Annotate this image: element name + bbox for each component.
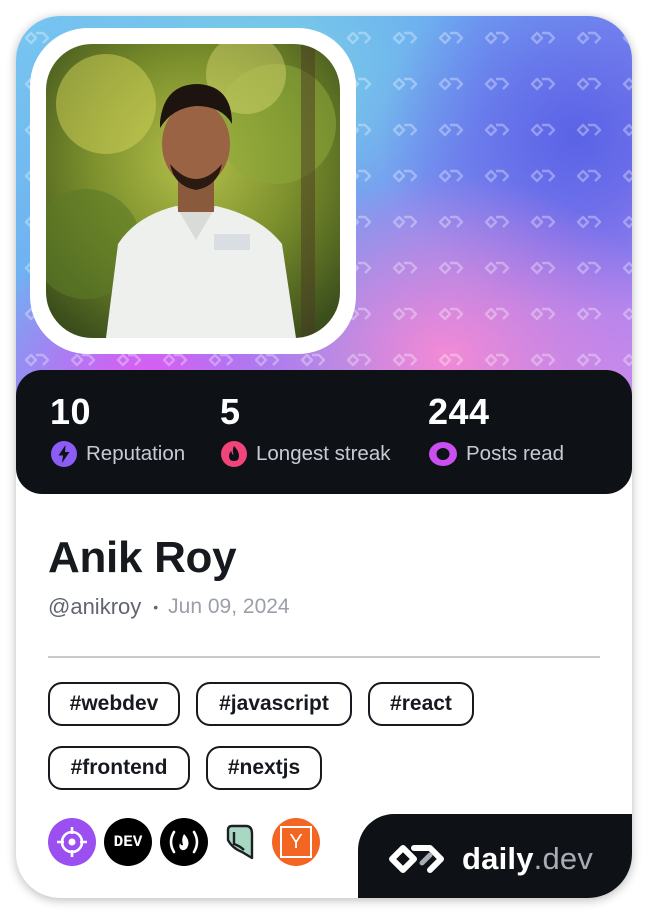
- profile-info: Anik Roy @anikroy • Jun 09, 2024: [48, 530, 290, 620]
- social-links: DEV Y: [48, 818, 320, 866]
- avatar-frame: [30, 28, 356, 354]
- posts-read-value: 244: [428, 391, 490, 432]
- separator-dot: •: [153, 599, 159, 615]
- joined-date: Jun 09, 2024: [168, 595, 290, 618]
- stat-posts-read: 244 Posts read: [428, 390, 564, 468]
- hashnode-icon[interactable]: [216, 818, 264, 866]
- divider: [48, 656, 600, 658]
- user-handle: @anikroy: [48, 594, 142, 619]
- tag-react[interactable]: #react: [368, 682, 474, 726]
- reputation-label: Reputation: [86, 442, 186, 465]
- profile-card: 10 Reputation 5 Longest streak 244 Posts…: [16, 16, 632, 898]
- tag-javascript[interactable]: #javascript: [196, 682, 352, 726]
- eye-icon: [429, 442, 457, 466]
- stat-longest-streak: 5 Longest streak: [220, 390, 390, 468]
- cover-background: [16, 16, 632, 411]
- crosshair-icon[interactable]: [48, 818, 96, 866]
- tag-webdev[interactable]: #webdev: [48, 682, 180, 726]
- freecodecamp-icon[interactable]: [160, 818, 208, 866]
- avatar: [46, 44, 340, 338]
- daily-dev-logo-icon: [389, 845, 444, 873]
- longest-streak-value: 5: [220, 391, 241, 432]
- tag-nextjs[interactable]: #nextjs: [206, 746, 322, 790]
- y-combinator-icon[interactable]: Y: [272, 818, 320, 866]
- tag-frontend[interactable]: #frontend: [48, 746, 190, 790]
- lightning-bolt-icon: [51, 441, 77, 467]
- dev-to-label: DEV: [113, 833, 143, 851]
- dev-to-icon[interactable]: DEV: [104, 818, 152, 866]
- stats-bar: 10 Reputation 5 Longest streak 244 Posts…: [16, 370, 632, 494]
- daily-dev-brand[interactable]: daily.dev: [358, 814, 632, 898]
- reputation-value: 10: [50, 391, 92, 432]
- user-name: Anik Roy: [48, 533, 237, 582]
- posts-read-label: Posts read: [466, 442, 564, 465]
- brand-suffix: .dev: [533, 841, 594, 876]
- brand-name: daily: [462, 841, 534, 876]
- longest-streak-label: Longest streak: [256, 442, 391, 465]
- flame-icon: [221, 441, 247, 467]
- stat-reputation: 10 Reputation: [50, 390, 185, 468]
- y-combinator-label: Y: [289, 830, 303, 853]
